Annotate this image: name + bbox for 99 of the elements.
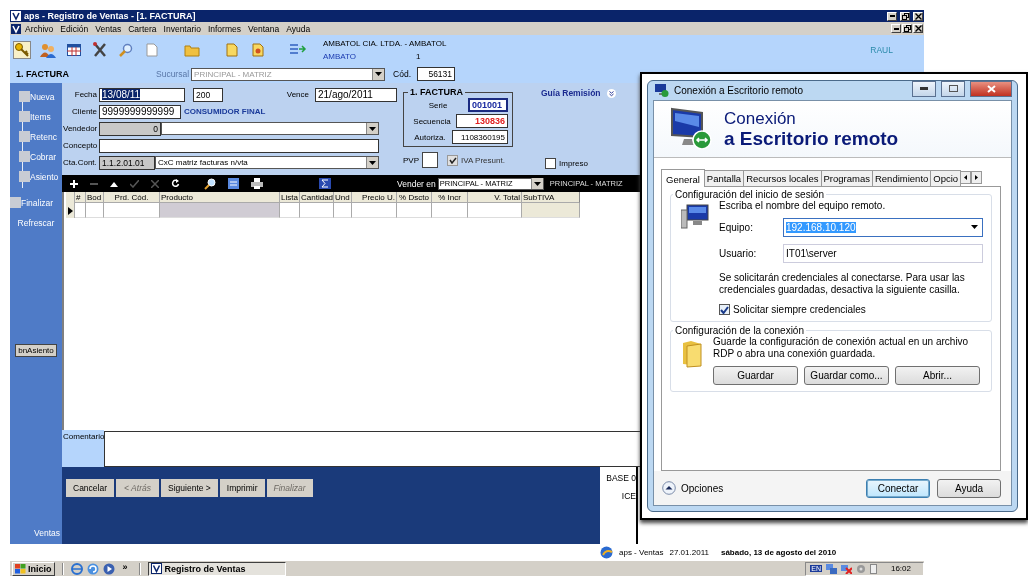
tab[interactable]: General [661,169,705,187]
column-header[interactable]: Bod [86,192,104,203]
dialog-button[interactable]: Conectar [866,478,930,498]
field-label: Cliente [71,107,98,116]
dialog-button[interactable]: Ayuda [937,478,1001,498]
series-field[interactable]: 001001 [468,98,508,112]
column-header[interactable]: Prd. Cód. [104,192,160,203]
sidebar-item[interactable]: Finalizar [10,197,59,208]
column-header[interactable]: Und [334,192,352,203]
client-name: CONSUMIDOR FINAL [184,107,266,116]
menu-item[interactable]: Ventana [245,23,283,34]
column-header[interactable]: Lista [280,192,300,203]
column-header[interactable]: Producto [160,192,280,203]
dialog-button[interactable]: Abrir... [895,366,980,385]
dialog-button[interactable]: Guardar [713,366,798,385]
dialog-button[interactable]: Guardar como... [804,366,889,385]
field-label: Vendedor [63,124,99,133]
company-name: AMBATOL CIA. LTDA. - AMBATOL [323,39,447,48]
checkbox[interactable]: Impreso [545,158,616,169]
sidebar-item[interactable]: Items [19,111,59,122]
form-title: 1. FACTURA [16,69,70,79]
comment-label: Comentario [62,430,104,467]
wizard-button[interactable]: Siguiente > [161,479,218,497]
field-label: Secuencia [412,116,452,126]
column-header[interactable]: SubTIVA [522,192,580,203]
checkbox-label: PVP [403,155,419,165]
field-label: Fecha [73,90,98,99]
status-date: 27.01.2011 [669,548,709,557]
column-header[interactable]: Cantidad [300,192,334,203]
dialog-subheading: a Escritorio remoto [724,127,899,150]
seller-code-field[interactable]: 0 [99,121,161,136]
user-field[interactable]: IT01\server [783,243,983,263]
field-label: Autoriza. [413,132,447,142]
field-label: Cta.Cont. [63,158,98,167]
dispatch-guide-link[interactable]: Guía Remisión [541,88,616,98]
sidebar-item[interactable]: Asiento [19,171,59,182]
field-label: Usuario: [719,247,758,259]
sidebar-item[interactable]: Retenc [19,131,59,142]
user-name: RAUL [870,45,893,55]
checkbox[interactable]: Solicitar siempre credenciales [719,304,983,315]
column-header[interactable]: Precio U. [352,192,397,203]
tab[interactable]: Opcio [930,170,962,186]
tab[interactable]: Recursos locales [743,170,822,186]
options-toggle[interactable]: Opciones [662,481,724,495]
field-label: Serie [427,100,449,110]
code-field[interactable]: 56131 [417,67,456,81]
field-label: Concepto [63,141,99,150]
client-field[interactable]: 9999999999999 [99,104,181,119]
credentials-note: Se solicitarán credenciales al conectarse. Para usar las credenciales guardadas, desactiva la siguiente casilla. [719,272,966,296]
module-label: Ventas [34,528,60,538]
wizard-button[interactable]: Imprimir [219,479,265,497]
connection-text: Guarde la configuración de conexión actual en un archivo RDP o abra una conexión guardada. [713,336,970,360]
group-title: Configuración del inicio de sesión [674,189,824,200]
column-header[interactable]: % Dscto [397,192,432,203]
city-label: AMBATO [323,52,357,61]
sidebar-item[interactable]: Nueva [19,91,59,102]
menu-item[interactable]: Ayuda [283,23,314,34]
window-title: aps - Registro de Ventas - [1. FACTURA] [24,11,196,21]
city-code: 1 [416,52,421,61]
more-button[interactable]: » [122,561,128,572]
menu-item[interactable]: Cartera [125,23,160,34]
taskbar-button[interactable]: Registro de Ventas [147,561,286,576]
due-date-field[interactable]: 21/ago/2011 [315,87,397,102]
tab[interactable]: Pantalla [703,170,745,186]
status-text: aps - Ventas [619,548,664,557]
branch-label: Vender en [397,178,436,189]
account-code-field[interactable]: 1.1.2.01.01 [99,155,155,170]
wizard-button[interactable]: Cancelar [66,479,115,497]
start-button[interactable]: Inicio [12,561,55,576]
total-label: ICE [621,491,636,501]
sequence-field[interactable]: 130836 [456,114,508,128]
tab[interactable]: Rendimiento [871,170,932,186]
menu-item[interactable]: Informes [204,23,244,34]
column-header[interactable]: V. Total [468,192,522,203]
field-label: Vence [286,90,309,99]
code-label: Cód. [393,69,412,79]
menu-item[interactable]: Ventas [92,23,125,34]
days-field[interactable]: 200 [193,87,223,102]
refresh-link[interactable]: Refrescar [17,218,55,228]
total-label: BASE 0 [606,473,636,483]
window-title: Conexión a Escritorio remoto [674,85,803,96]
instruction-text: Escriba el nombre del equipo remoto. [719,200,887,212]
menu-item[interactable]: Inventario [160,23,204,34]
sucursal-label: Sucursal [156,69,190,79]
account-dropdown[interactable]: CxC matriz facturas n/vta [155,156,379,169]
field-label: Equipo: [719,221,754,233]
menu-item[interactable]: Edición [57,23,92,34]
menu-item[interactable]: Archivo [22,23,57,34]
status-long-date: sábado, 13 de agosto del 2010 [720,548,837,557]
sidebar-item[interactable]: Cobrar [19,151,59,162]
group-title: Configuración de la conexión [674,325,804,336]
tab[interactable]: Programas [820,170,873,186]
authorization-field[interactable]: 1108360195 [452,130,508,144]
dialog-heading: Conexión [724,108,797,128]
invoice-title: 1. FACTURA [409,87,464,97]
date-field[interactable]: 13/08/11 [99,87,185,102]
clock: 16:02 [890,564,911,573]
column-header[interactable]: % Incr [432,192,468,203]
asiento-button[interactable]: bnAsiento [15,344,57,357]
